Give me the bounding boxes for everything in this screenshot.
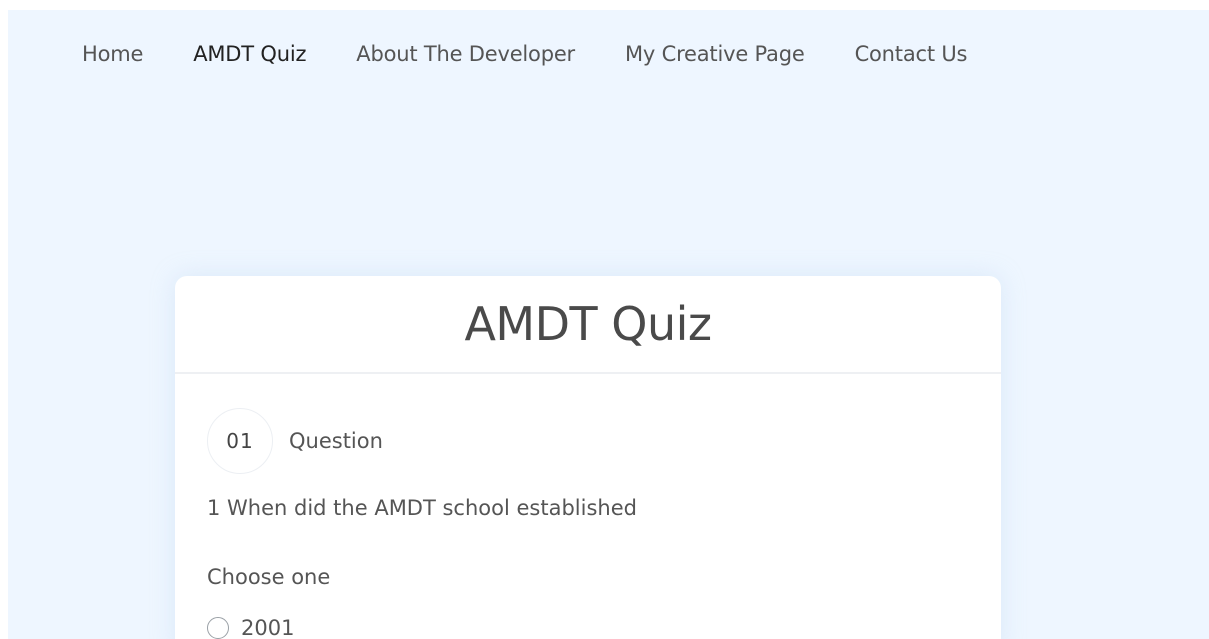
question-header: 01 Question [207, 408, 383, 474]
nav-item-amdt-quiz[interactable]: AMDT Quiz [193, 42, 306, 66]
answer-option-label: 2001 [241, 616, 295, 639]
top-nav: Home AMDT Quiz About The Developer My Cr… [8, 10, 1017, 98]
page-background: Home AMDT Quiz About The Developer My Cr… [8, 10, 1209, 639]
question-label: Question [289, 429, 383, 453]
nav-item-contact-us[interactable]: Contact Us [855, 42, 968, 66]
answer-option[interactable]: 2001 [207, 616, 294, 639]
nav-item-home[interactable]: Home [82, 42, 143, 66]
question-text: 1 When did the AMDT school established [207, 496, 637, 520]
nav-item-creative-page[interactable]: My Creative Page [625, 42, 805, 66]
quiz-card-header: AMDT Quiz [175, 276, 1001, 374]
radio-button[interactable] [207, 617, 229, 639]
question-number-badge: 01 [207, 408, 273, 474]
quiz-card: AMDT Quiz 01 Question 1 When did the AMD… [175, 276, 1001, 639]
quiz-title: AMDT Quiz [464, 297, 712, 351]
nav-item-about-developer[interactable]: About The Developer [356, 42, 575, 66]
choose-label: Choose one [207, 565, 331, 589]
